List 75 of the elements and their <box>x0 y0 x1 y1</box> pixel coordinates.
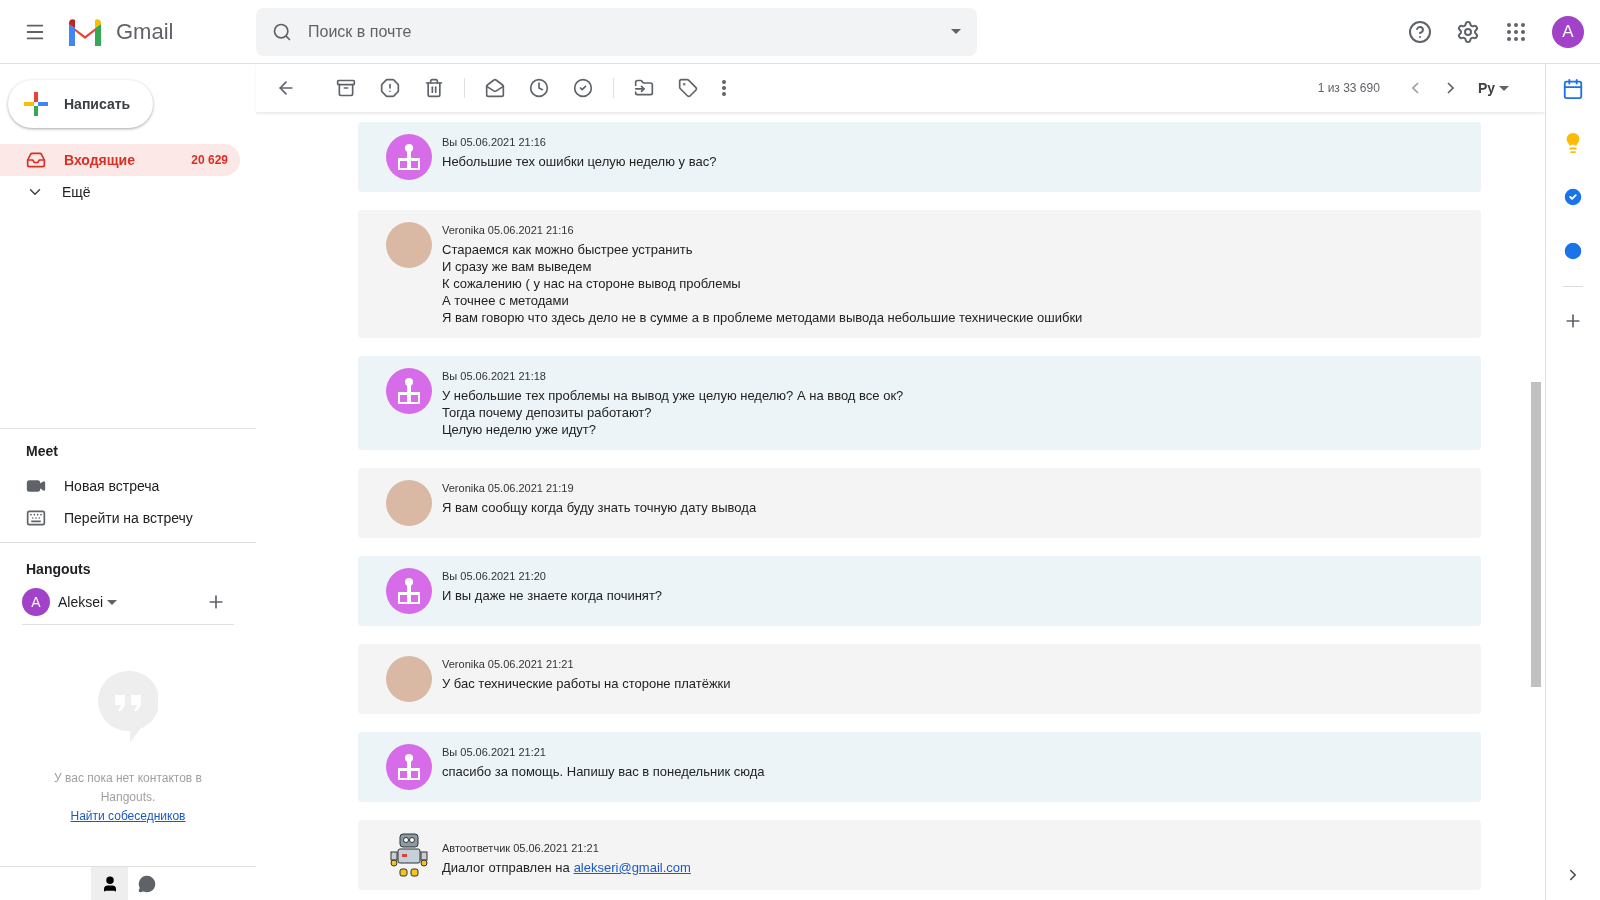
language-button[interactable]: Ру <box>1477 77 1509 99</box>
exclamation-icon <box>380 78 400 98</box>
chevron-right-icon <box>1446 82 1454 94</box>
scrollbar-thumb[interactable] <box>1531 382 1541 687</box>
message-text: И сразу же вам выведем <box>442 258 592 275</box>
tag-icon <box>678 78 698 98</box>
message-text: И вы даже не знаете когда починят? <box>442 587 663 604</box>
user-name[interactable]: Aleksei <box>58 591 104 613</box>
message-text: Небольшие тех ошибки целую неделю у вас? <box>442 153 717 170</box>
account-avatar[interactable]: A <box>1552 15 1584 48</box>
plus-icon <box>24 92 48 116</box>
caret-icon <box>107 599 118 605</box>
folder-arrow-icon <box>634 78 654 98</box>
message-text: У небольшие тех проблемы на вывод уже целую неделю? А на ввод все ок? <box>442 387 904 404</box>
message-sender: Вы 05.06.2021 21:21 <box>442 745 547 760</box>
message-text: Целую неделю уже идут? <box>442 421 597 438</box>
nav-label: Ещё <box>62 182 91 202</box>
message-sender: Veronika 05.06.2021 21:16 <box>442 223 575 238</box>
search-field[interactable]: Поиск в почте <box>256 7 977 56</box>
email-link[interactable]: alekseri@gmail.com <box>573 859 691 876</box>
nav-item[interactable]: Входящие 20 629 <box>0 144 240 176</box>
caret-icon <box>1499 85 1509 91</box>
more-icon <box>722 80 726 96</box>
message-sender: Вы 05.06.2021 21:18 <box>442 369 547 384</box>
pager-text: 1 из 33 690 <box>1317 80 1380 97</box>
empty-contacts-text: У вас пока нет контактов в Hangouts. <box>53 770 203 806</box>
message-sender: Veronika 05.06.2021 21:19 <box>442 481 575 496</box>
help-icon <box>1408 19 1432 44</box>
meet-item[interactable]: Новая встреча <box>0 470 256 502</box>
message-sender: Вы 05.06.2021 21:20 <box>442 569 547 584</box>
message-sender: Вы 05.06.2021 21:16 <box>442 135 547 150</box>
tasks-icon[interactable] <box>1562 186 1584 208</box>
inbox-icon <box>26 150 46 170</box>
message-text: У бас технические работы на стороне платёжки <box>442 675 731 692</box>
unread-count: 20 629 <box>191 152 228 169</box>
photo-placeholder <box>386 656 432 702</box>
user-avatar: A <box>22 588 50 616</box>
section-title: Hangouts <box>25 560 92 579</box>
hangouts-tab[interactable] <box>91 867 128 900</box>
search-icon <box>272 21 292 42</box>
settings-icon <box>1456 19 1480 44</box>
archive-icon <box>336 78 356 98</box>
message-text: А точнее с методами <box>442 292 569 309</box>
avatar-icon <box>386 134 432 180</box>
message-sender: Автоответчик 05.06.2021 21:21 <box>442 841 600 856</box>
search-options-caret-icon <box>951 29 961 34</box>
message-text: Я вам сообщу когда буду знать точную дату вывода <box>442 499 757 516</box>
message-text: К сожалению ( у нас на стороне вывод проблемы <box>442 275 741 292</box>
compose-button[interactable]: Написать <box>8 80 153 128</box>
message-text: Стараемся как можно быстрее устранить <box>442 241 693 258</box>
gmail-logo-icon <box>66 17 104 46</box>
avatar-icon <box>386 368 432 414</box>
search-input[interactable]: Поиск в почте <box>308 19 935 44</box>
keyboard-icon <box>26 508 46 528</box>
clock-icon <box>529 78 549 98</box>
photo-placeholder <box>386 222 432 268</box>
calendar-icon[interactable] <box>1562 78 1584 100</box>
message-text: спасибо за помощь. Напишу вас в понедельник сюда <box>442 763 765 780</box>
photo-placeholder <box>386 480 432 526</box>
message-text: Диалог отправлен на <box>442 859 570 876</box>
avatar-icon <box>386 568 432 614</box>
chevron-left-icon <box>1411 82 1419 94</box>
find-contacts-link[interactable]: Найти собеседников <box>70 807 186 825</box>
meet-item[interactable]: Перейти на встречу <box>0 502 256 534</box>
message-text: Тогда почему депозиты работают? <box>442 404 652 421</box>
message-sender: Veronika 05.06.2021 21:21 <box>442 657 575 672</box>
message-text: Я вам говорю что здесь дело не в сумме а в проблеме методами вывода небольшие технические ошибки <box>442 309 1083 326</box>
check-circle-icon <box>573 78 593 98</box>
nav-label: Входящие <box>64 150 135 170</box>
section-title: Meet <box>25 442 59 461</box>
open-envelope-icon <box>485 78 505 98</box>
trash-icon <box>424 78 444 98</box>
app-name: Gmail <box>116 18 174 46</box>
nav-item[interactable]: Ещё <box>0 176 240 208</box>
avatar-icon <box>386 744 432 790</box>
